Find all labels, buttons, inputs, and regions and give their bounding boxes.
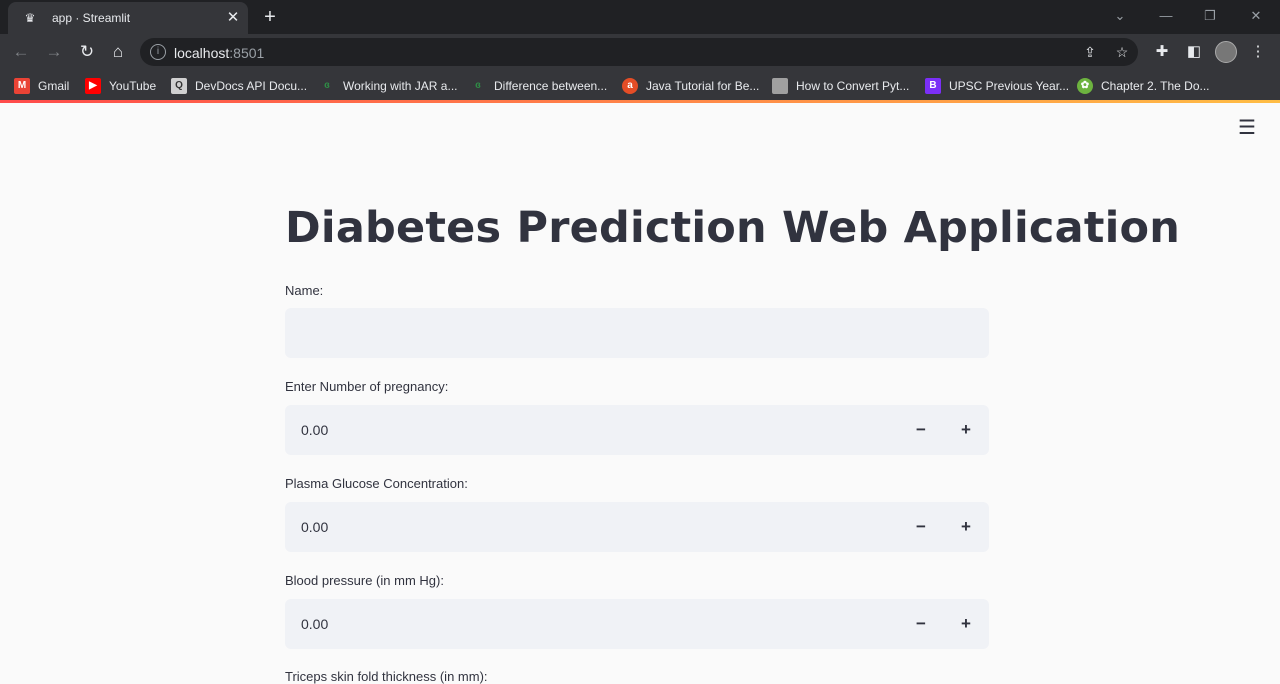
close-window-icon[interactable]: ✕ xyxy=(1238,6,1274,26)
geeksforgeeks-icon: ɞ xyxy=(475,79,481,91)
hamburger-menu-icon[interactable]: ☰ xyxy=(1236,118,1258,138)
glucose-value: 0.00 xyxy=(301,519,329,535)
blood-pressure-decrement-button[interactable]: − xyxy=(907,612,935,636)
tutorial-icon: a xyxy=(622,77,638,94)
bookmark-devdocs[interactable]: Q DevDocs API Docu... xyxy=(171,76,307,94)
pregnancy-label: Enter Number of pregnancy: xyxy=(285,379,449,394)
bookmark-difference-between[interactable]: ɞ Difference between... xyxy=(470,76,607,94)
article-icon xyxy=(772,77,788,94)
geeksforgeeks-icon: ɞ xyxy=(324,79,330,91)
pregnancy-increment-button[interactable]: + xyxy=(952,418,980,442)
bookmark-chapter-2[interactable]: ✿ Chapter 2. The Do... xyxy=(1077,76,1210,94)
glucose-increment-button[interactable]: + xyxy=(952,515,980,539)
close-tab-icon[interactable]: ✕ xyxy=(224,9,242,27)
name-label: Name: xyxy=(285,283,324,298)
home-icon[interactable]: ⌂ xyxy=(106,40,130,64)
restore-window-icon[interactable]: ❐ xyxy=(1192,6,1228,26)
reload-icon[interactable]: ↻ xyxy=(75,40,99,64)
address-bar[interactable]: i localhost:8501 ⇪ ☆ xyxy=(140,38,1138,66)
browser-menu-icon[interactable]: ⋮ xyxy=(1247,41,1269,63)
browser-tab-strip: ♛ app · Streamlit ✕ + ⌄ — ❐ ✕ xyxy=(0,0,1280,34)
extensions-puzzle-icon[interactable]: ✚ xyxy=(1151,41,1173,63)
bookmark-working-with-jar[interactable]: ɞ Working with JAR a... xyxy=(319,76,457,94)
side-panel-icon[interactable]: ◧ xyxy=(1183,41,1205,63)
pregnancy-decrement-button[interactable]: − xyxy=(907,418,935,442)
blood-pressure-number-input[interactable]: 0.00 − + xyxy=(285,599,989,649)
name-input[interactable] xyxy=(285,308,989,358)
tab-title: app · Streamlit xyxy=(52,11,131,25)
blood-pressure-value: 0.00 xyxy=(301,616,329,632)
upsc-icon: B xyxy=(925,77,941,94)
new-tab-button[interactable]: + xyxy=(258,5,282,29)
browser-tab[interactable]: ♛ app · Streamlit ✕ xyxy=(8,2,248,34)
back-arrow-icon[interactable]: ← xyxy=(9,40,33,64)
bookmark-how-to-convert[interactable]: How to Convert Pyt... xyxy=(772,76,909,94)
blood-pressure-label: Blood pressure (in mm Hg): xyxy=(285,573,444,588)
devdocs-icon: Q xyxy=(171,77,187,94)
pregnancy-number-input[interactable]: 0.00 − + xyxy=(285,405,989,455)
tab-search-icon[interactable]: ⌄ xyxy=(1102,6,1138,26)
bookmark-gmail[interactable]: M Gmail xyxy=(14,76,69,94)
glucose-decrement-button[interactable]: − xyxy=(907,515,935,539)
gmail-icon: M xyxy=(14,77,30,94)
url-text: localhost:8501 xyxy=(174,45,265,61)
spring-icon: ✿ xyxy=(1077,77,1093,94)
pregnancy-value: 0.00 xyxy=(301,422,329,438)
browser-toolbar: ← → ↻ ⌂ i localhost:8501 ⇪ ☆ ✚ ◧ ⋮ xyxy=(0,34,1280,70)
site-info-icon[interactable]: i xyxy=(150,44,166,60)
forward-arrow-icon[interactable]: → xyxy=(42,40,66,64)
page-title: Diabetes Prediction Web Application xyxy=(285,203,1181,253)
streamlit-header-decoration xyxy=(0,100,1280,103)
share-icon[interactable]: ⇪ xyxy=(1080,42,1100,62)
bookmark-java-tutorial[interactable]: a Java Tutorial for Be... xyxy=(622,76,759,94)
youtube-icon: ▶ xyxy=(85,77,101,94)
streamlit-crown-icon: ♛ xyxy=(24,11,36,25)
triceps-label: Triceps skin fold thickness (in mm): xyxy=(285,669,488,684)
minimize-window-icon[interactable]: — xyxy=(1148,6,1184,26)
glucose-number-input[interactable]: 0.00 − + xyxy=(285,502,989,552)
profile-avatar[interactable] xyxy=(1215,41,1237,63)
glucose-label: Plasma Glucose Concentration: xyxy=(285,476,468,491)
bookmark-star-icon[interactable]: ☆ xyxy=(1112,42,1132,62)
bookmark-youtube[interactable]: ▶ YouTube xyxy=(85,76,156,94)
blood-pressure-increment-button[interactable]: + xyxy=(952,612,980,636)
bookmarks-bar: M Gmail ▶ YouTube Q DevDocs API Docu... ɞ Wo… xyxy=(0,70,1280,100)
bookmark-upsc[interactable]: B UPSC Previous Year... xyxy=(925,76,1069,94)
